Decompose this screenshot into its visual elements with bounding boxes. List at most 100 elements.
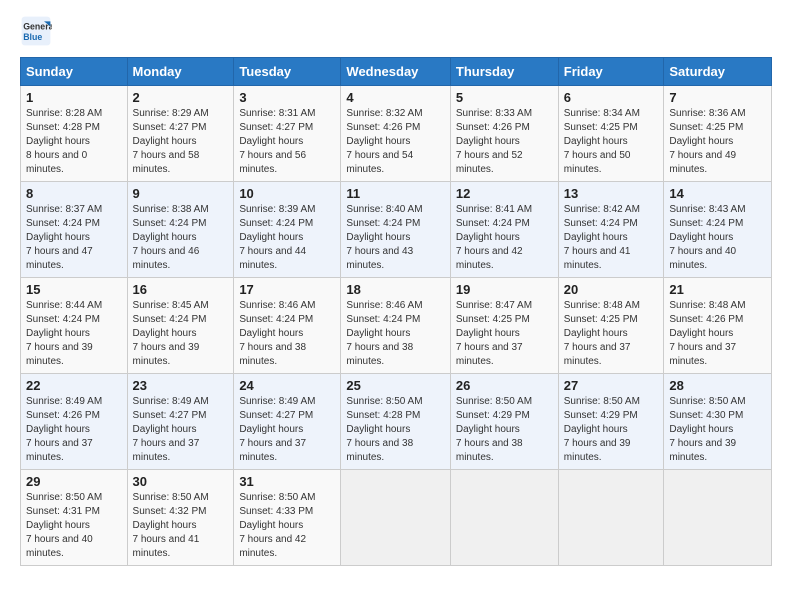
day-cell: 17 Sunrise: 8:46 AMSunset: 4:24 PMDayligh…	[234, 278, 341, 374]
day-number: 19	[456, 282, 553, 297]
day-number: 27	[564, 378, 659, 393]
day-number: 28	[669, 378, 766, 393]
col-header-tuesday: Tuesday	[234, 58, 341, 86]
day-info: Sunrise: 8:50 AMSunset: 4:29 PMDaylight …	[456, 395, 553, 465]
day-cell: 15 Sunrise: 8:44 AMSunset: 4:24 PMDayligh…	[21, 278, 128, 374]
day-number: 4	[346, 90, 444, 105]
day-cell	[450, 470, 558, 566]
week-row-3: 15 Sunrise: 8:44 AMSunset: 4:24 PMDayligh…	[21, 278, 772, 374]
day-cell: 9 Sunrise: 8:38 AMSunset: 4:24 PMDaylight…	[127, 182, 234, 278]
day-cell: 18 Sunrise: 8:46 AMSunset: 4:24 PMDayligh…	[341, 278, 450, 374]
col-header-sunday: Sunday	[21, 58, 128, 86]
day-info: Sunrise: 8:49 AMSunset: 4:27 PMDaylight …	[239, 395, 335, 465]
day-info: Sunrise: 8:50 AMSunset: 4:28 PMDaylight …	[346, 395, 444, 465]
col-header-thursday: Thursday	[450, 58, 558, 86]
day-number: 23	[133, 378, 229, 393]
calendar-table: SundayMondayTuesdayWednesdayThursdayFrid…	[20, 57, 772, 566]
day-cell: 25 Sunrise: 8:50 AMSunset: 4:28 PMDayligh…	[341, 374, 450, 470]
day-number: 22	[26, 378, 122, 393]
day-number: 24	[239, 378, 335, 393]
day-info: Sunrise: 8:41 AMSunset: 4:24 PMDaylight …	[456, 203, 553, 273]
day-cell: 2 Sunrise: 8:29 AMSunset: 4:27 PMDaylight…	[127, 86, 234, 182]
day-number: 15	[26, 282, 122, 297]
day-cell: 4 Sunrise: 8:32 AMSunset: 4:26 PMDaylight…	[341, 86, 450, 182]
day-cell: 8Sunrise: 8:37 AMSunset: 4:24 PMDaylight…	[21, 182, 128, 278]
page: General Blue SundayMondayTuesdayWednesda…	[0, 0, 792, 576]
day-number: 30	[133, 474, 229, 489]
day-info: Sunrise: 8:38 AMSunset: 4:24 PMDaylight …	[133, 203, 229, 273]
day-info: Sunrise: 8:40 AMSunset: 4:24 PMDaylight …	[346, 203, 444, 273]
day-info: Sunrise: 8:49 AMSunset: 4:27 PMDaylight …	[133, 395, 229, 465]
day-cell: 11Sunrise: 8:40 AMSunset: 4:24 PMDayligh…	[341, 182, 450, 278]
day-cell: 27 Sunrise: 8:50 AMSunset: 4:29 PMDayligh…	[558, 374, 664, 470]
day-info: Sunrise: 8:45 AMSunset: 4:24 PMDaylight …	[133, 299, 229, 369]
day-info: Sunrise: 8:31 AMSunset: 4:27 PMDaylight …	[239, 107, 335, 177]
day-info: Sunrise: 8:36 AMSunset: 4:25 PMDaylight …	[669, 107, 766, 177]
svg-text:Blue: Blue	[23, 32, 42, 42]
day-cell: 13Sunrise: 8:42 AMSunset: 4:24 PMDayligh…	[558, 182, 664, 278]
day-info: Sunrise: 8:42 AMSunset: 4:24 PMDaylight …	[564, 203, 659, 273]
day-number: 31	[239, 474, 335, 489]
day-cell: 26 Sunrise: 8:50 AMSunset: 4:29 PMDayligh…	[450, 374, 558, 470]
day-number: 26	[456, 378, 553, 393]
day-cell: 23 Sunrise: 8:49 AMSunset: 4:27 PMDayligh…	[127, 374, 234, 470]
day-info: Sunrise: 8:46 AMSunset: 4:24 PMDaylight …	[346, 299, 444, 369]
day-number: 20	[564, 282, 659, 297]
day-info: Sunrise: 8:39 AMSunset: 4:24 PMDaylight …	[239, 203, 335, 273]
day-number: 6	[564, 90, 659, 105]
day-cell: 28Sunrise: 8:50 AMSunset: 4:30 PMDayligh…	[664, 374, 772, 470]
day-number: 29	[26, 474, 122, 489]
day-number: 14	[669, 186, 766, 201]
day-cell: 22 Sunrise: 8:49 AMSunset: 4:26 PMDayligh…	[21, 374, 128, 470]
logo: General Blue	[20, 15, 56, 47]
day-info: Sunrise: 8:50 AMSunset: 4:29 PMDaylight …	[564, 395, 659, 465]
day-number: 5	[456, 90, 553, 105]
day-info: Sunrise: 8:28 AMSunset: 4:28 PMDaylight …	[26, 107, 122, 177]
day-cell: 16 Sunrise: 8:45 AMSunset: 4:24 PMDayligh…	[127, 278, 234, 374]
day-info: Sunrise: 8:50 AMSunset: 4:33 PMDaylight …	[239, 491, 335, 561]
day-number: 21	[669, 282, 766, 297]
day-info: Sunrise: 8:43 AMSunset: 4:24 PMDaylight …	[669, 203, 766, 273]
day-cell: 20 Sunrise: 8:48 AMSunset: 4:25 PMDayligh…	[558, 278, 664, 374]
day-cell: 6 Sunrise: 8:34 AMSunset: 4:25 PMDaylight…	[558, 86, 664, 182]
day-number: 18	[346, 282, 444, 297]
day-cell: 30 Sunrise: 8:50 AMSunset: 4:32 PMDayligh…	[127, 470, 234, 566]
day-number: 9	[133, 186, 229, 201]
day-cell: 10 Sunrise: 8:39 AMSunset: 4:24 PMDayligh…	[234, 182, 341, 278]
day-info: Sunrise: 8:32 AMSunset: 4:26 PMDaylight …	[346, 107, 444, 177]
day-number: 2	[133, 90, 229, 105]
week-row-5: 29 Sunrise: 8:50 AMSunset: 4:31 PMDayligh…	[21, 470, 772, 566]
day-cell: 19 Sunrise: 8:47 AMSunset: 4:25 PMDayligh…	[450, 278, 558, 374]
header-row: SundayMondayTuesdayWednesdayThursdayFrid…	[21, 58, 772, 86]
day-number: 25	[346, 378, 444, 393]
day-info: Sunrise: 8:50 AMSunset: 4:31 PMDaylight …	[26, 491, 122, 561]
day-cell: 7Sunrise: 8:36 AMSunset: 4:25 PMDaylight…	[664, 86, 772, 182]
day-number: 10	[239, 186, 335, 201]
day-cell: 3Sunrise: 8:31 AMSunset: 4:27 PMDaylight…	[234, 86, 341, 182]
day-number: 17	[239, 282, 335, 297]
day-info: Sunrise: 8:50 AMSunset: 4:32 PMDaylight …	[133, 491, 229, 561]
day-info: Sunrise: 8:46 AMSunset: 4:24 PMDaylight …	[239, 299, 335, 369]
col-header-monday: Monday	[127, 58, 234, 86]
day-info: Sunrise: 8:29 AMSunset: 4:27 PMDaylight …	[133, 107, 229, 177]
logo-icon: General Blue	[20, 15, 52, 47]
col-header-wednesday: Wednesday	[341, 58, 450, 86]
day-cell: 21Sunrise: 8:48 AMSunset: 4:26 PMDayligh…	[664, 278, 772, 374]
day-info: Sunrise: 8:44 AMSunset: 4:24 PMDaylight …	[26, 299, 122, 369]
week-row-4: 22 Sunrise: 8:49 AMSunset: 4:26 PMDayligh…	[21, 374, 772, 470]
day-cell	[664, 470, 772, 566]
header: General Blue	[20, 15, 772, 47]
day-cell	[341, 470, 450, 566]
col-header-friday: Friday	[558, 58, 664, 86]
day-info: Sunrise: 8:34 AMSunset: 4:25 PMDaylight …	[564, 107, 659, 177]
day-number: 8	[26, 186, 122, 201]
day-info: Sunrise: 8:48 AMSunset: 4:25 PMDaylight …	[564, 299, 659, 369]
day-info: Sunrise: 8:49 AMSunset: 4:26 PMDaylight …	[26, 395, 122, 465]
day-cell: 5Sunrise: 8:33 AMSunset: 4:26 PMDaylight…	[450, 86, 558, 182]
day-number: 16	[133, 282, 229, 297]
day-cell: 24 Sunrise: 8:49 AMSunset: 4:27 PMDayligh…	[234, 374, 341, 470]
day-number: 1	[26, 90, 122, 105]
day-info: Sunrise: 8:47 AMSunset: 4:25 PMDaylight …	[456, 299, 553, 369]
day-cell: 31 Sunrise: 8:50 AMSunset: 4:33 PMDayligh…	[234, 470, 341, 566]
day-cell	[558, 470, 664, 566]
